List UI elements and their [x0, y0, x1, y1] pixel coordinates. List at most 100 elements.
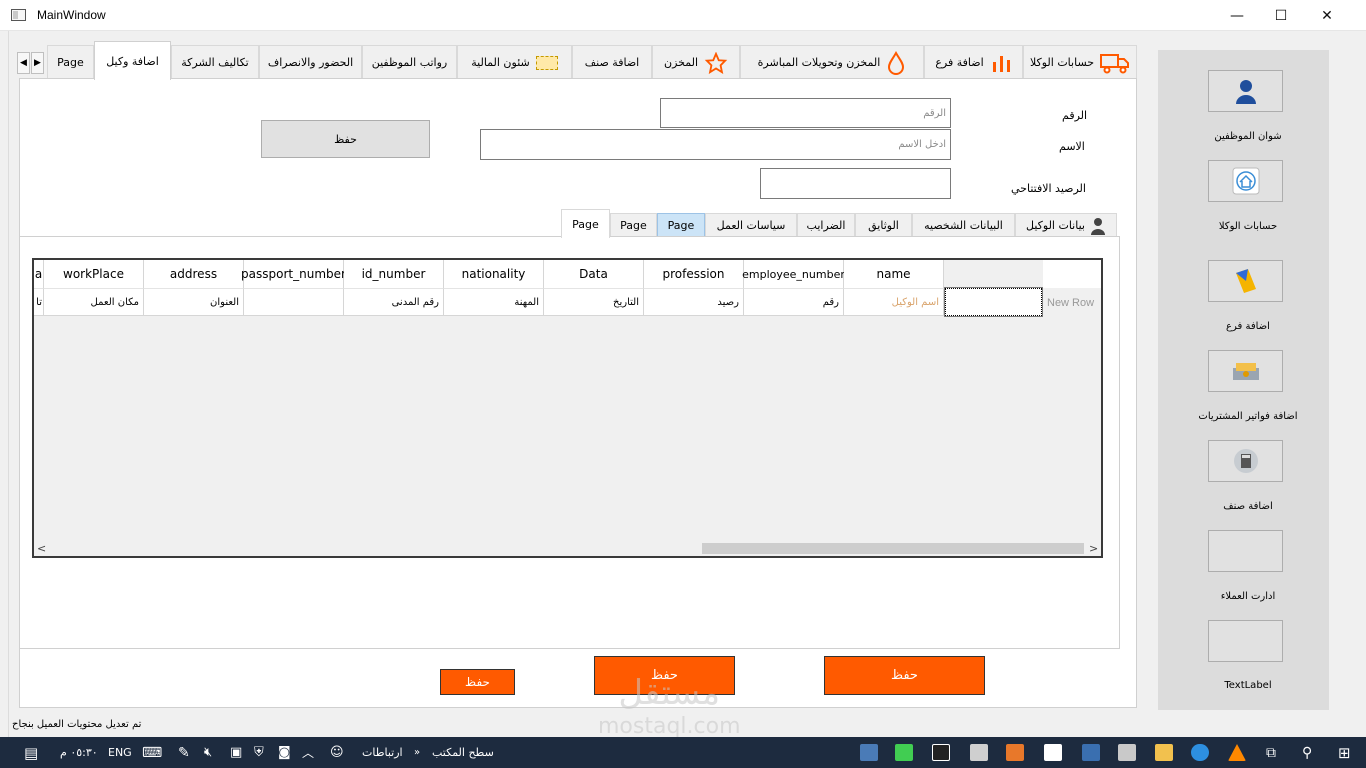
inner-tab-page-3[interactable]: Page: [657, 213, 705, 237]
table-cell[interactable]: رقم: [744, 288, 844, 316]
edge-icon[interactable]: [1191, 744, 1209, 761]
inner-tab-page-2[interactable]: Page: [610, 213, 657, 237]
column-header[interactable]: Data: [544, 260, 644, 288]
mail-icon[interactable]: [1044, 744, 1062, 761]
desktop-label[interactable]: سطح المكتب: [432, 737, 494, 768]
tab-add-agent[interactable]: اضافة وكيل: [94, 41, 171, 80]
table-cell[interactable]: اسم الوكيل: [844, 288, 944, 316]
opening-balance-input[interactable]: [760, 168, 951, 199]
tab-add-item[interactable]: اضافة صنف: [572, 45, 652, 79]
tab-page[interactable]: Page: [47, 45, 94, 79]
table-cell[interactable]: رقم المدنى: [344, 288, 444, 316]
vlc-icon[interactable]: [1228, 744, 1246, 761]
column-header[interactable]: workPlace: [44, 260, 144, 288]
tab-scroll-left-icon[interactable]: ◀: [17, 52, 30, 74]
title-bar: MainWindow — ☐ ✕: [0, 0, 1366, 31]
table-cell[interactable]: التاريخ: [544, 288, 644, 316]
table-cell[interactable]: مكان العمل: [44, 288, 144, 316]
task-view-icon[interactable]: ⧉: [1266, 737, 1276, 768]
purchase-invoices-button[interactable]: [1208, 350, 1283, 392]
app-icon-8[interactable]: [1118, 744, 1136, 761]
new-row-header[interactable]: New Row: [1043, 288, 1101, 541]
save-button-small[interactable]: حفظ: [440, 669, 515, 695]
qt-icon[interactable]: [895, 744, 913, 761]
app-icon-7[interactable]: [1082, 744, 1100, 761]
tab-label: المخزن: [663, 56, 698, 69]
tab-attendance[interactable]: الحضور والانصراف: [259, 45, 362, 79]
tab-scroll-right-icon[interactable]: ▶: [31, 52, 44, 74]
tab-salaries[interactable]: رواتب الموظفين: [362, 45, 457, 79]
pen-icon[interactable]: ✎: [178, 737, 190, 768]
connections-label[interactable]: ارتباطات: [362, 737, 403, 768]
keyboard-icon[interactable]: ⌨: [142, 737, 162, 768]
add-item-button[interactable]: [1208, 440, 1283, 482]
column-header[interactable]: employee_number: [742, 260, 845, 288]
people-icon[interactable]: ☺: [330, 737, 344, 768]
inner-tab-documents[interactable]: الوثايق: [855, 213, 912, 237]
clock[interactable]: ٠٥:٣٠ م: [60, 737, 98, 768]
column-header[interactable]: address: [144, 260, 244, 288]
close-button[interactable]: ✕: [1304, 0, 1350, 31]
maximize-button[interactable]: ☐: [1258, 0, 1304, 31]
inner-tab-work-policies[interactable]: سياسات العمل: [705, 213, 797, 237]
table-cell[interactable]: العنوان: [144, 288, 244, 316]
table-corner: [1043, 260, 1101, 288]
number-input[interactable]: الرقم: [660, 98, 951, 128]
inner-tab-taxes[interactable]: الضرايب: [797, 213, 855, 237]
tab-label: الحضور والانصراف: [267, 56, 354, 69]
column-header[interactable]: passport_number: [241, 260, 346, 288]
network-icon[interactable]: ▣: [230, 737, 242, 768]
save-button[interactable]: حفظ: [261, 120, 430, 158]
column-header[interactable]: nationality: [444, 260, 544, 288]
watermark-line: مستقل: [618, 673, 721, 713]
minimize-button[interactable]: —: [1214, 0, 1260, 31]
app-icon-4[interactable]: [970, 744, 988, 761]
language-indicator[interactable]: ENG: [108, 737, 132, 768]
chevron-up-icon[interactable]: ︿: [302, 737, 314, 768]
inner-tab-page-1[interactable]: Page: [561, 209, 610, 238]
tab-add-branch[interactable]: اضافة فرع: [924, 45, 1023, 79]
sidebar-label: TextLabel: [1224, 680, 1272, 691]
customers-management-button[interactable]: [1208, 530, 1283, 572]
app-icon-1[interactable]: [860, 744, 878, 761]
folder-icon[interactable]: [1155, 744, 1173, 761]
agent-accounts-button[interactable]: [1208, 160, 1283, 202]
sublime-icon[interactable]: [1006, 744, 1024, 761]
sidebar-label: اضافة صنف: [1223, 501, 1273, 512]
table-edit-cell[interactable]: [944, 287, 1043, 317]
tab-store-transfers[interactable]: المخزن وتحويلات المباشرة: [740, 45, 924, 79]
inner-tab-agent-data[interactable]: بيانات الوكيل: [1015, 213, 1117, 237]
column-header[interactable]: id_number: [344, 260, 444, 288]
scrollbar-thumb[interactable]: [702, 543, 1084, 554]
tab-finance[interactable]: شئون المالية: [457, 45, 572, 79]
scroll-right-icon[interactable]: >: [1089, 542, 1098, 555]
status-message: تم تعديل محتويات العميل بنجاح: [12, 719, 142, 730]
save-button-right[interactable]: حفظ: [824, 656, 985, 695]
notifications-icon[interactable]: ▤: [24, 737, 38, 768]
table-cell[interactable]: رصيد: [644, 288, 744, 316]
add-branch-button[interactable]: [1208, 260, 1283, 302]
search-icon[interactable]: ⚲: [1302, 737, 1312, 768]
volume-icon[interactable]: 🔇︎: [204, 737, 212, 768]
pycharm-icon[interactable]: [932, 744, 950, 761]
table-cell[interactable]: تا: [34, 288, 44, 316]
start-icon[interactable]: ⊞: [1338, 737, 1351, 768]
column-header[interactable]: profession: [644, 260, 744, 288]
table-cell[interactable]: المهنة: [444, 288, 544, 316]
name-input[interactable]: ادخل الاسم: [480, 129, 951, 160]
tab-store[interactable]: المخزن: [652, 45, 740, 79]
security-icon[interactable]: ⛨: [254, 737, 264, 768]
tab-agent-accounts[interactable]: حسابات الوكلا: [1023, 45, 1137, 79]
scroll-left-icon[interactable]: <: [37, 542, 46, 555]
textlabel-button[interactable]: [1208, 620, 1283, 662]
table-cell[interactable]: [244, 288, 344, 316]
column-header[interactable]: name: [844, 260, 944, 288]
sidebar-label: حسابات الوكلا: [1218, 221, 1278, 232]
inner-tab-personal-data[interactable]: البيانات الشخصيه: [912, 213, 1015, 237]
column-header[interactable]: a: [34, 260, 44, 288]
tab-company-costs[interactable]: تكاليف الشركة: [171, 45, 259, 79]
defender-icon[interactable]: ◙: [278, 737, 291, 768]
chevron-icon[interactable]: »: [414, 737, 420, 768]
employees-affairs-button[interactable]: [1208, 70, 1283, 112]
tab-label: اضافة صنف: [584, 56, 640, 69]
